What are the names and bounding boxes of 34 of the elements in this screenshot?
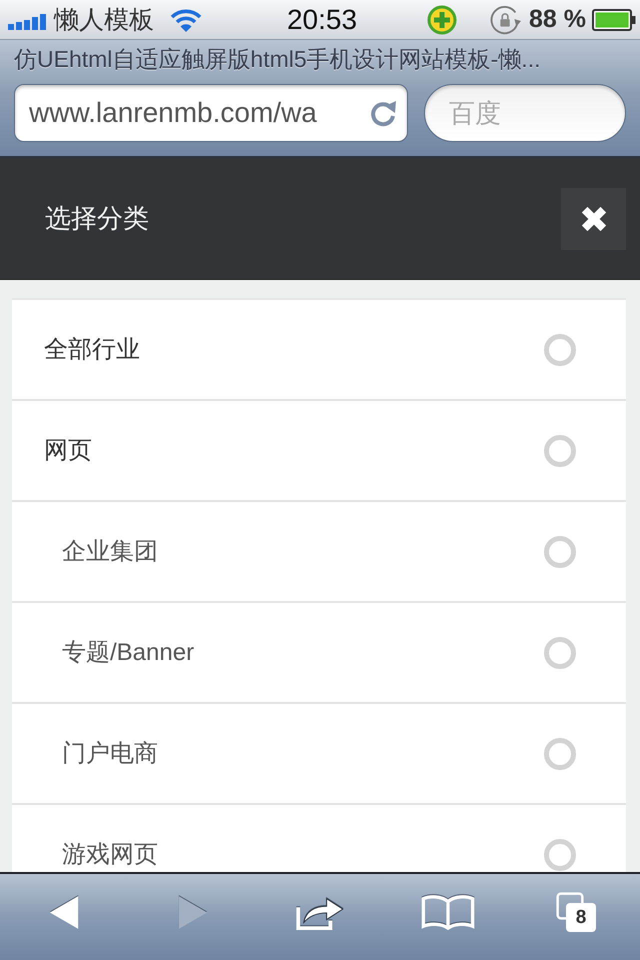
page-title: 仿UEhtml自适应触屏版html5手机设计网站模板-懒...	[13, 45, 542, 74]
carrier-name: 懒人模板	[54, 5, 154, 36]
battery-icon	[592, 8, 636, 30]
rotation-lock-icon	[489, 4, 524, 34]
address-field[interactable]: www.lanrenmb.com/wa	[14, 84, 408, 142]
category-label: 网页	[43, 438, 92, 464]
back-button[interactable]	[48, 894, 80, 930]
radio-button[interactable]	[544, 738, 576, 770]
tab-count: 8	[566, 903, 596, 932]
category-label: 门户电商	[61, 740, 158, 766]
signal-icon	[8, 14, 46, 30]
category-label: 专题/Banner	[61, 640, 194, 666]
category-row[interactable]: 门户电商	[12, 704, 626, 805]
category-row[interactable]: 企业集团	[12, 502, 626, 603]
category-row[interactable]: 网页	[12, 401, 626, 502]
close-button[interactable]	[561, 188, 626, 250]
clock-time: 20:53	[286, 4, 358, 36]
radio-button[interactable]	[544, 536, 576, 568]
plus-circle-icon	[427, 4, 458, 34]
reload-icon[interactable]	[369, 99, 397, 127]
tabs-button[interactable]: 8	[556, 892, 596, 932]
panel-title: 选择分类	[45, 202, 149, 235]
radio-button[interactable]	[544, 334, 576, 366]
radio-button[interactable]	[544, 434, 576, 466]
radio-button[interactable]	[544, 636, 576, 668]
wifi-icon	[170, 8, 202, 32]
category-label: 企业集团	[61, 538, 158, 564]
category-label: 全部行业	[43, 336, 140, 362]
battery-percent: 88 %	[529, 5, 586, 34]
close-icon	[580, 204, 608, 232]
category-row[interactable]: 全部行业	[12, 300, 626, 401]
category-label: 游戏网页	[61, 842, 158, 868]
category-row[interactable]: 专题/Banner	[12, 603, 626, 704]
bookmarks-button[interactable]	[420, 894, 476, 930]
